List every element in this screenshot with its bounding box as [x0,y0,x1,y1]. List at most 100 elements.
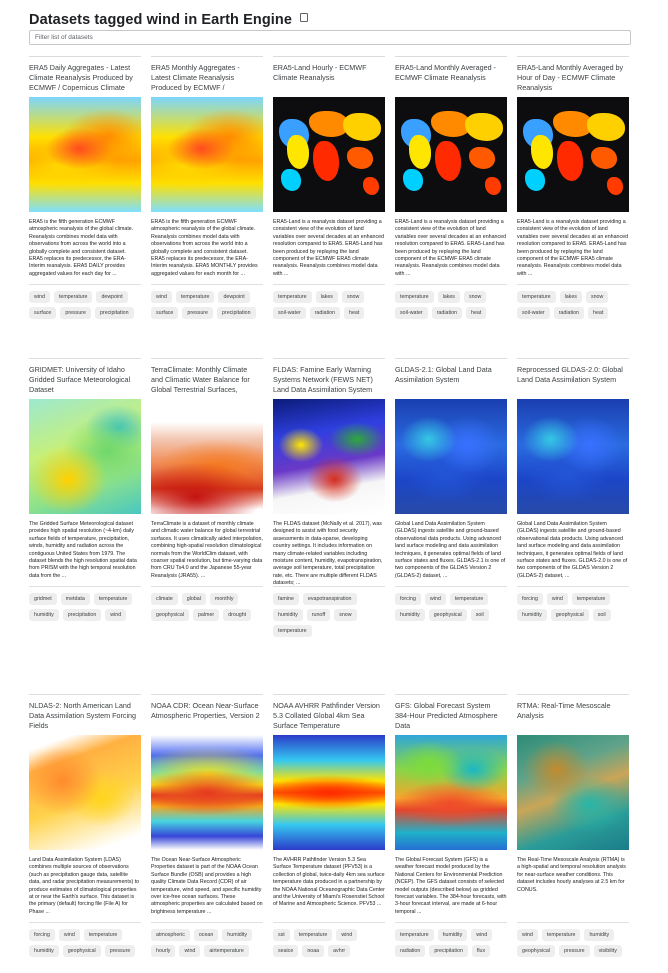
tag-chip[interactable]: humidity [437,929,468,941]
tag-chip[interactable]: soil [592,609,611,621]
dataset-thumbnail[interactable] [273,97,385,212]
tag-chip[interactable]: global [181,593,206,605]
dataset-title-link[interactable]: Reprocessed GLDAS-2.0: Global Land Data … [517,365,629,395]
dataset-thumbnail[interactable] [517,97,629,212]
tag-chip[interactable]: lakes [315,291,338,303]
tag-chip[interactable]: noaa [302,945,325,957]
dataset-title-link[interactable]: GFS: Global Forecast System 384-Hour Pre… [395,701,507,731]
dataset-title-link[interactable]: NOAA CDR: Ocean Near-Surface Atmospheric… [151,701,263,731]
dataset-card[interactable]: NLDAS-2: North American Land Data Assimi… [29,694,141,972]
dataset-thumbnail[interactable] [273,399,385,514]
dataset-thumbnail[interactable] [151,97,263,212]
tag-chip[interactable]: flux [471,945,491,957]
tag-chip[interactable]: metdata [60,593,90,605]
tag-chip[interactable]: heat [588,307,609,319]
tag-chip[interactable]: drought [223,609,252,621]
tag-chip[interactable]: pressure [60,307,91,319]
tag-chip[interactable]: wind [105,609,127,621]
tag-chip[interactable]: airtemperature [204,945,249,957]
dataset-title-link[interactable]: TerraClimate: Monthly Climate and Climat… [151,365,263,395]
dataset-card[interactable]: ERA5-Land Hourly - ECMWF Climate Reanaly… [273,56,385,348]
dataset-thumbnail[interactable] [395,97,507,212]
tag-chip[interactable]: temperature [175,291,215,303]
tag-chip[interactable]: radiation [431,307,462,319]
tag-chip[interactable]: temperature [83,929,123,941]
dataset-card[interactable]: TerraClimate: Monthly Climate and Climat… [151,358,263,684]
tag-chip[interactable]: temperature [449,593,489,605]
tag-chip[interactable]: seaice [273,945,299,957]
dataset-thumbnail[interactable] [29,399,141,514]
dataset-thumbnail[interactable] [517,399,629,514]
dataset-title-link[interactable]: ERA5 Monthly Aggregates - Latest Climate… [151,63,263,93]
dataset-thumbnail[interactable] [517,735,629,850]
tag-chip[interactable]: temperature [293,929,333,941]
tag-chip[interactable]: radiation [553,307,584,319]
dataset-thumbnail[interactable] [273,735,385,850]
dataset-title-link[interactable]: ERA5-Land Monthly Averaged by Hour of Da… [517,63,629,93]
tag-chip[interactable]: climate [151,593,178,605]
tag-chip[interactable]: humidity [222,929,253,941]
tag-chip[interactable]: temperature [541,929,581,941]
tag-chip[interactable]: snow [463,291,487,303]
tag-chip[interactable]: sst [273,929,290,941]
tag-chip[interactable]: temperature [93,593,133,605]
tag-chip[interactable]: humidity [584,929,615,941]
tag-chip[interactable]: temperature [395,929,434,941]
tag-chip[interactable]: lakes [437,291,460,303]
tag-chip[interactable]: temperature [273,291,312,303]
dataset-card[interactable]: GRIDMET: University of Idaho Gridded Sur… [29,358,141,684]
tag-chip[interactable]: palmer [192,609,220,621]
tag-chip[interactable]: temperature [53,291,93,303]
dataset-card[interactable]: FLDAS: Famine Early Warning Systems Netw… [273,358,385,684]
tag-chip[interactable]: heat [466,307,487,319]
tag-chip[interactable]: precipitation [62,609,102,621]
dataset-title-link[interactable]: ERA5-Land Monthly Averaged - ECMWF Clima… [395,63,507,93]
tag-chip[interactable]: ocean [193,929,219,941]
dataset-thumbnail[interactable] [29,735,141,850]
tag-chip[interactable]: geophysical [151,609,189,621]
tag-chip[interactable]: dewpoint [218,291,250,303]
tag-chip[interactable]: soil-water [395,307,428,319]
dataset-card[interactable]: RTMA: Real-Time Mesoscale Analysis The Re… [517,694,629,972]
dataset-title-link[interactable]: NOAA AVHRR Pathfinder Version 5.3 Collat… [273,701,385,731]
tag-chip[interactable]: wind [179,945,201,957]
tag-chip[interactable]: precipitation [216,307,256,319]
tag-chip[interactable]: famine [273,593,299,605]
copy-link-icon[interactable] [300,12,309,22]
dataset-title-link[interactable]: FLDAS: Famine Early Warning Systems Netw… [273,365,385,395]
dataset-title-link[interactable]: NLDAS-2: North American Land Data Assimi… [29,701,141,731]
tag-chip[interactable]: soil [470,609,489,621]
tag-chip[interactable]: lakes [559,291,582,303]
dataset-thumbnail[interactable] [395,735,507,850]
tag-chip[interactable]: wind [29,291,50,303]
tag-chip[interactable]: temperature [395,291,434,303]
tag-chip[interactable]: surface [29,307,57,319]
tag-chip[interactable]: humidity [273,609,303,621]
tag-chip[interactable]: radiation [395,945,426,957]
dataset-title-link[interactable]: ERA5 Daily Aggregates - Latest Climate R… [29,63,141,93]
dataset-card[interactable]: GFS: Global Forecast System 384-Hour Pre… [395,694,507,972]
tag-chip[interactable]: temperature [273,625,312,637]
tag-chip[interactable]: forcing [517,593,543,605]
tag-chip[interactable]: humidity [29,609,59,621]
tag-chip[interactable]: surface [151,307,179,319]
tag-chip[interactable]: snow [334,609,357,621]
tag-chip[interactable]: temperature [517,291,556,303]
filter-datasets-input[interactable] [29,30,631,45]
tag-chip[interactable]: runoff [306,609,331,621]
dataset-title-link[interactable]: ERA5-Land Hourly - ECMWF Climate Reanaly… [273,63,385,93]
tag-chip[interactable]: wind [471,929,493,941]
tag-chip[interactable]: snow [585,291,609,303]
tag-chip[interactable]: pressure [104,945,136,957]
dataset-title-link[interactable]: GRIDMET: University of Idaho Gridded Sur… [29,365,141,395]
tag-chip[interactable]: temperature [571,593,611,605]
dataset-title-link[interactable]: GLDAS-2.1: Global Land Data Assimilation… [395,365,507,395]
dataset-thumbnail[interactable] [29,97,141,212]
tag-chip[interactable]: heat [344,307,365,319]
dataset-card[interactable]: NOAA AVHRR Pathfinder Version 5.3 Collat… [273,694,385,972]
tag-chip[interactable]: soil-water [517,307,550,319]
tag-chip[interactable]: visibility [593,945,622,957]
dataset-thumbnail[interactable] [151,399,263,514]
tag-chip[interactable]: radiation [309,307,340,319]
tag-chip[interactable]: pressure [558,945,590,957]
